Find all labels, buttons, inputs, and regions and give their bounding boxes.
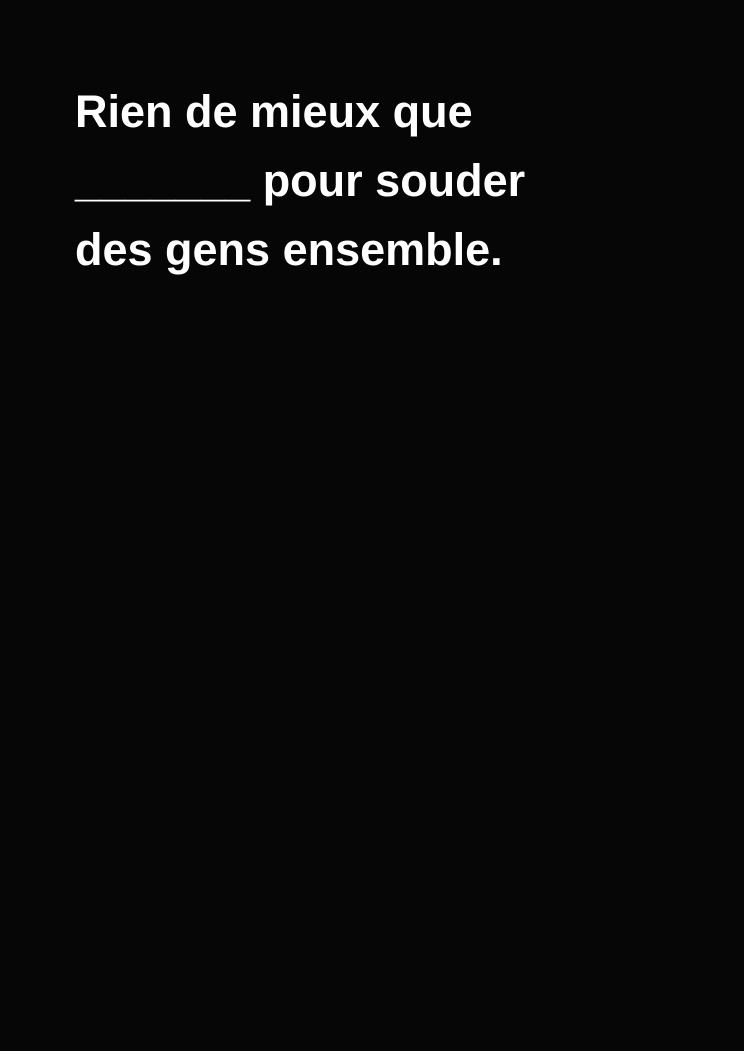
card-prompt-line-1: Rien de mieux que (75, 86, 473, 137)
black-card: Rien de mieux que _______ pour souder de… (0, 0, 744, 1051)
card-prompt-text: Rien de mieux que _______ pour souder de… (75, 77, 695, 284)
card-prompt-line-2: _______ pour souder (75, 155, 526, 206)
card-prompt-line-3: des gens ensemble. (75, 224, 503, 275)
